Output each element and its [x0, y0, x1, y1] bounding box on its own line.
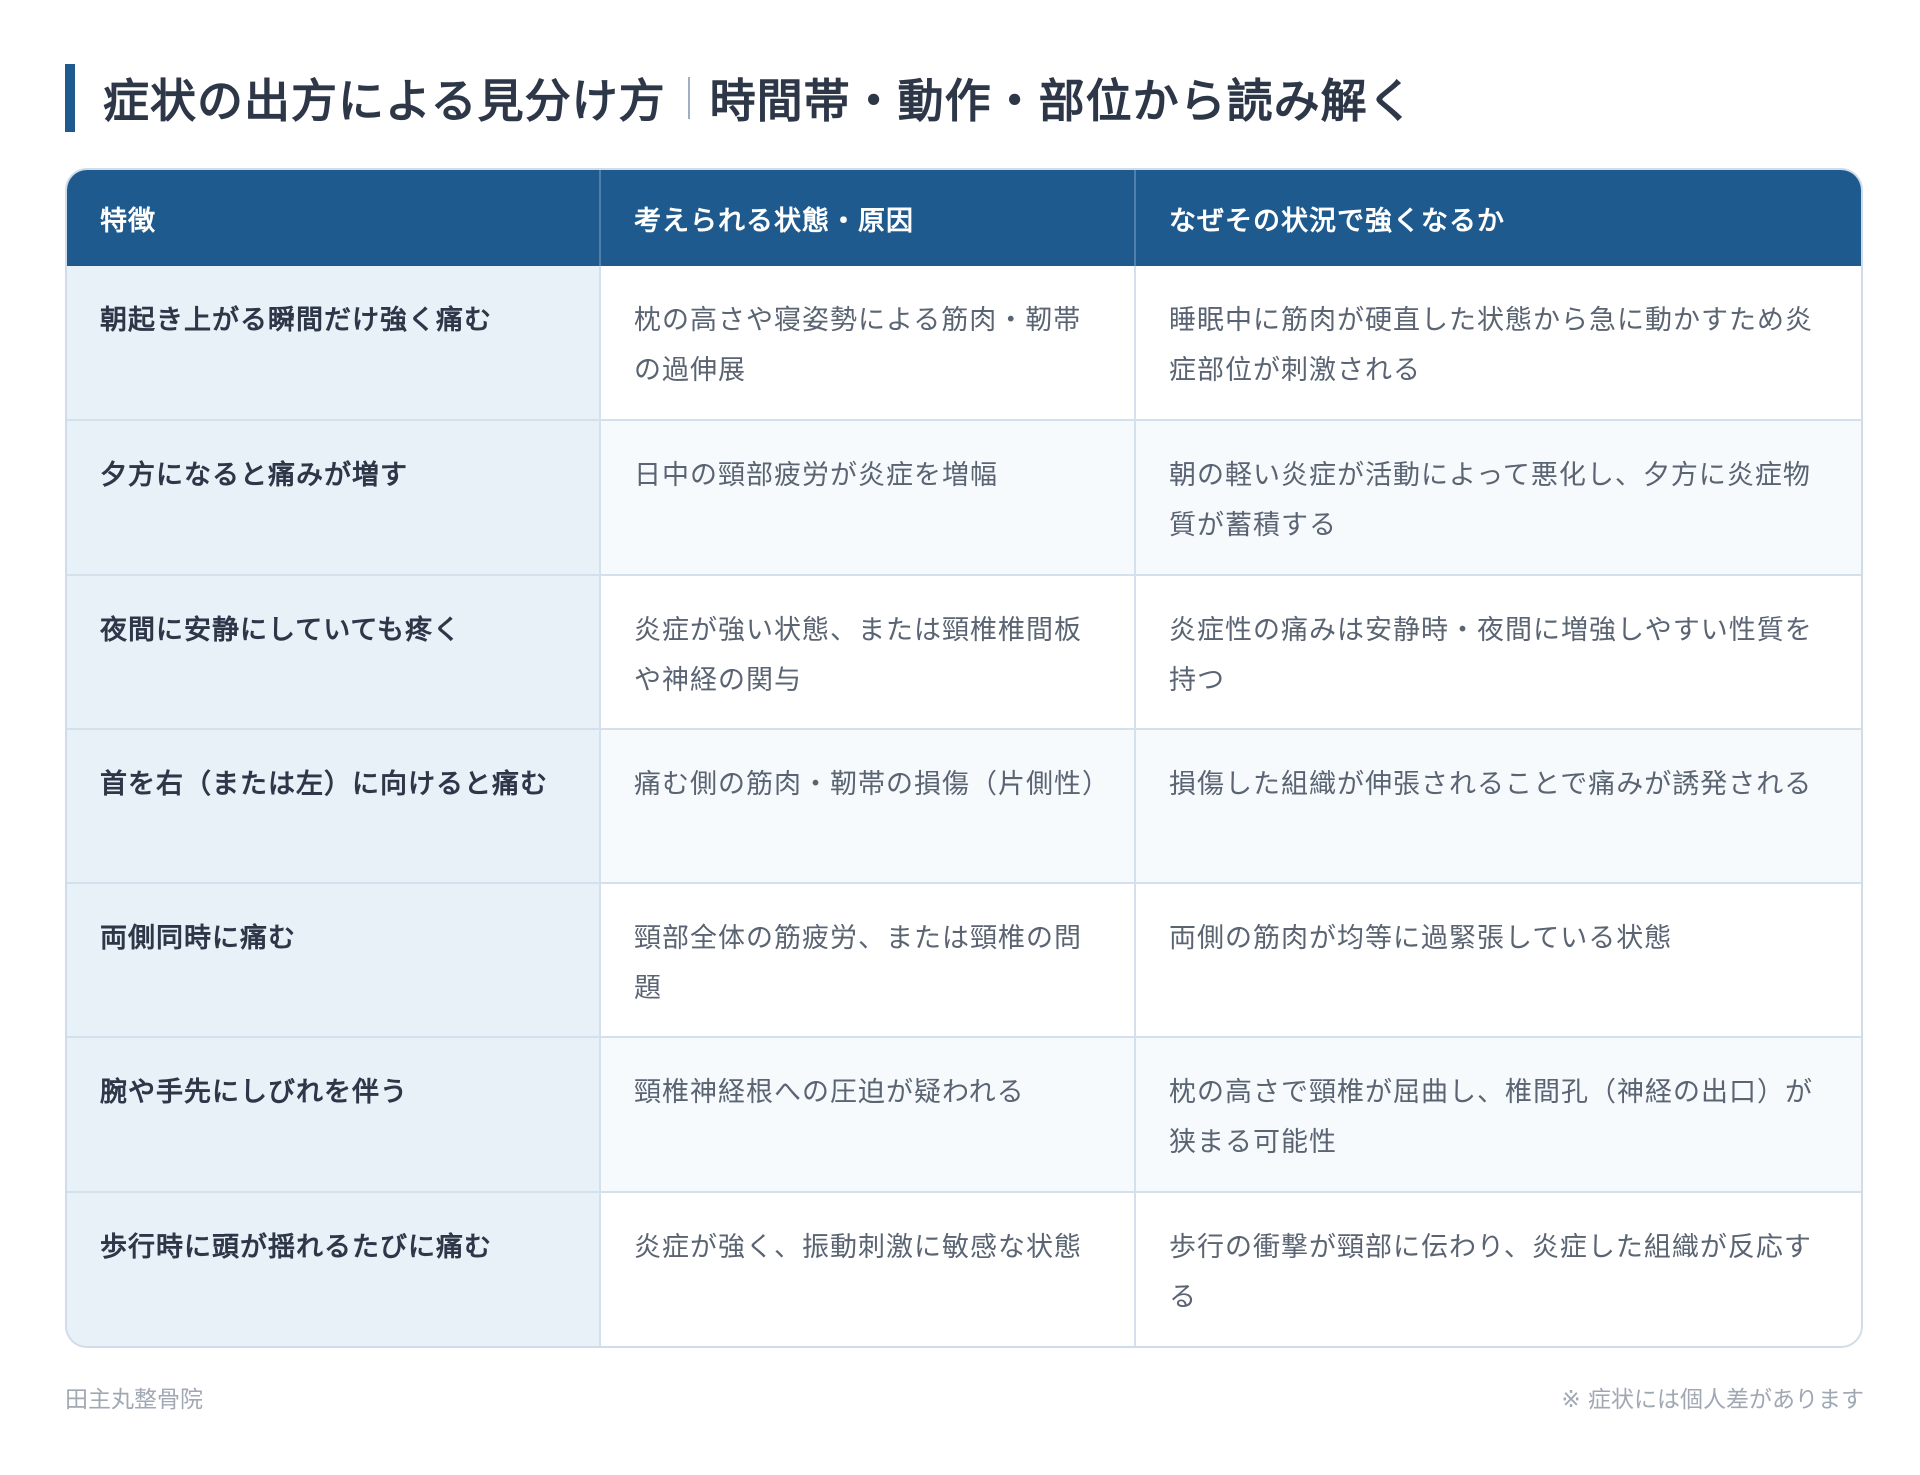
table-row: 夜間に安静にしていても疼く 炎症が強い状態、または頸椎椎間板や神経の関与 炎症性…: [67, 574, 1861, 730]
table-row: 腕や手先にしびれを伴う 頸椎神経根への圧迫が疑われる 枕の高さで頸椎が屈曲し、椎…: [67, 1037, 1861, 1193]
title-separator: [687, 77, 690, 119]
cause-cell: 痛む側の筋肉・靭帯の損傷（片側性）: [600, 728, 1136, 885]
table-row: 夕方になると痛みが増す 日中の頸部疲労が炎症を増幅 朝の軽い炎症が活動によって悪…: [67, 420, 1861, 576]
title-accent-bar: [65, 64, 75, 132]
title-main: 症状の出方による見分け方: [103, 74, 666, 128]
page-title: 症状の出方による見分け方 時間帯・動作・部位から読み解く: [65, 64, 1415, 132]
table-header-row: 特徴 考えられる状態・原因 なぜその状況で強くなるか: [67, 170, 1861, 266]
symptom-table-card: 特徴 考えられる状態・原因 なぜその状況で強くなるか 朝起き上がる瞬間だけ強く痛…: [65, 168, 1863, 1348]
feature-cell: 夜間に安静にしていても疼く: [67, 574, 601, 730]
cause-cell: 頸部全体の筋疲労、または頸椎の問題: [600, 883, 1136, 1039]
cause-cell: 頸椎神経根への圧迫が疑われる: [600, 1037, 1136, 1193]
cause-cell: 日中の頸部疲労が炎症を増幅: [600, 420, 1136, 576]
disclaimer-note: ※ 症状には個人差があります: [1561, 1387, 1864, 1413]
header-cause: 考えられる状態・原因: [600, 170, 1136, 266]
reason-cell: 歩行の衝撃が頸部に伝わり、炎症した組織が反応する: [1135, 1191, 1861, 1346]
clinic-name: 田主丸整骨院: [65, 1387, 203, 1413]
table-row: 歩行時に頭が揺れるたびに痛む 炎症が強く、振動刺激に敏感な状態 歩行の衝撃が頸部…: [67, 1191, 1861, 1346]
reason-cell: 損傷した組織が伸張されることで痛みが誘発される: [1135, 728, 1861, 885]
feature-cell: 夕方になると痛みが増す: [67, 420, 601, 576]
feature-cell: 歩行時に頭が揺れるたびに痛む: [67, 1191, 601, 1346]
feature-cell: 朝起き上がる瞬間だけ強く痛む: [67, 266, 601, 422]
feature-cell: 首を右（または左）に向けると痛む: [67, 728, 601, 885]
table-row: 朝起き上がる瞬間だけ強く痛む 枕の高さや寝姿勢による筋肉・靭帯の過伸展 睡眠中に…: [67, 266, 1861, 422]
feature-cell: 両側同時に痛む: [67, 883, 601, 1039]
reason-cell: 朝の軽い炎症が活動によって悪化し、夕方に炎症物質が蓄積する: [1135, 420, 1861, 576]
title-subtitle: 時間帯・動作・部位から読み解く: [709, 74, 1415, 128]
reason-cell: 枕の高さで頸椎が屈曲し、椎間孔（神経の出口）が狭まる可能性: [1135, 1037, 1861, 1193]
reason-cell: 炎症性の痛みは安静時・夜間に増強しやすい性質を持つ: [1135, 574, 1861, 730]
cause-cell: 炎症が強い状態、または頸椎椎間板や神経の関与: [600, 574, 1136, 730]
table-row: 首を右（または左）に向けると痛む 痛む側の筋肉・靭帯の損傷（片側性） 損傷した組…: [67, 728, 1861, 885]
header-reason: なぜその状況で強くなるか: [1135, 170, 1861, 266]
reason-cell: 睡眠中に筋肉が硬直した状態から急に動かすため炎症部位が刺激される: [1135, 266, 1861, 422]
header-feature: 特徴: [67, 170, 601, 266]
table-row: 両側同時に痛む 頸部全体の筋疲労、または頸椎の問題 両側の筋肉が均等に過緊張して…: [67, 883, 1861, 1039]
cause-cell: 枕の高さや寝姿勢による筋肉・靭帯の過伸展: [600, 266, 1136, 422]
reason-cell: 両側の筋肉が均等に過緊張している状態: [1135, 883, 1861, 1039]
cause-cell: 炎症が強く、振動刺激に敏感な状態: [600, 1191, 1136, 1346]
symptom-table: 特徴 考えられる状態・原因 なぜその状況で強くなるか 朝起き上がる瞬間だけ強く痛…: [67, 170, 1861, 1346]
feature-cell: 腕や手先にしびれを伴う: [67, 1037, 601, 1193]
